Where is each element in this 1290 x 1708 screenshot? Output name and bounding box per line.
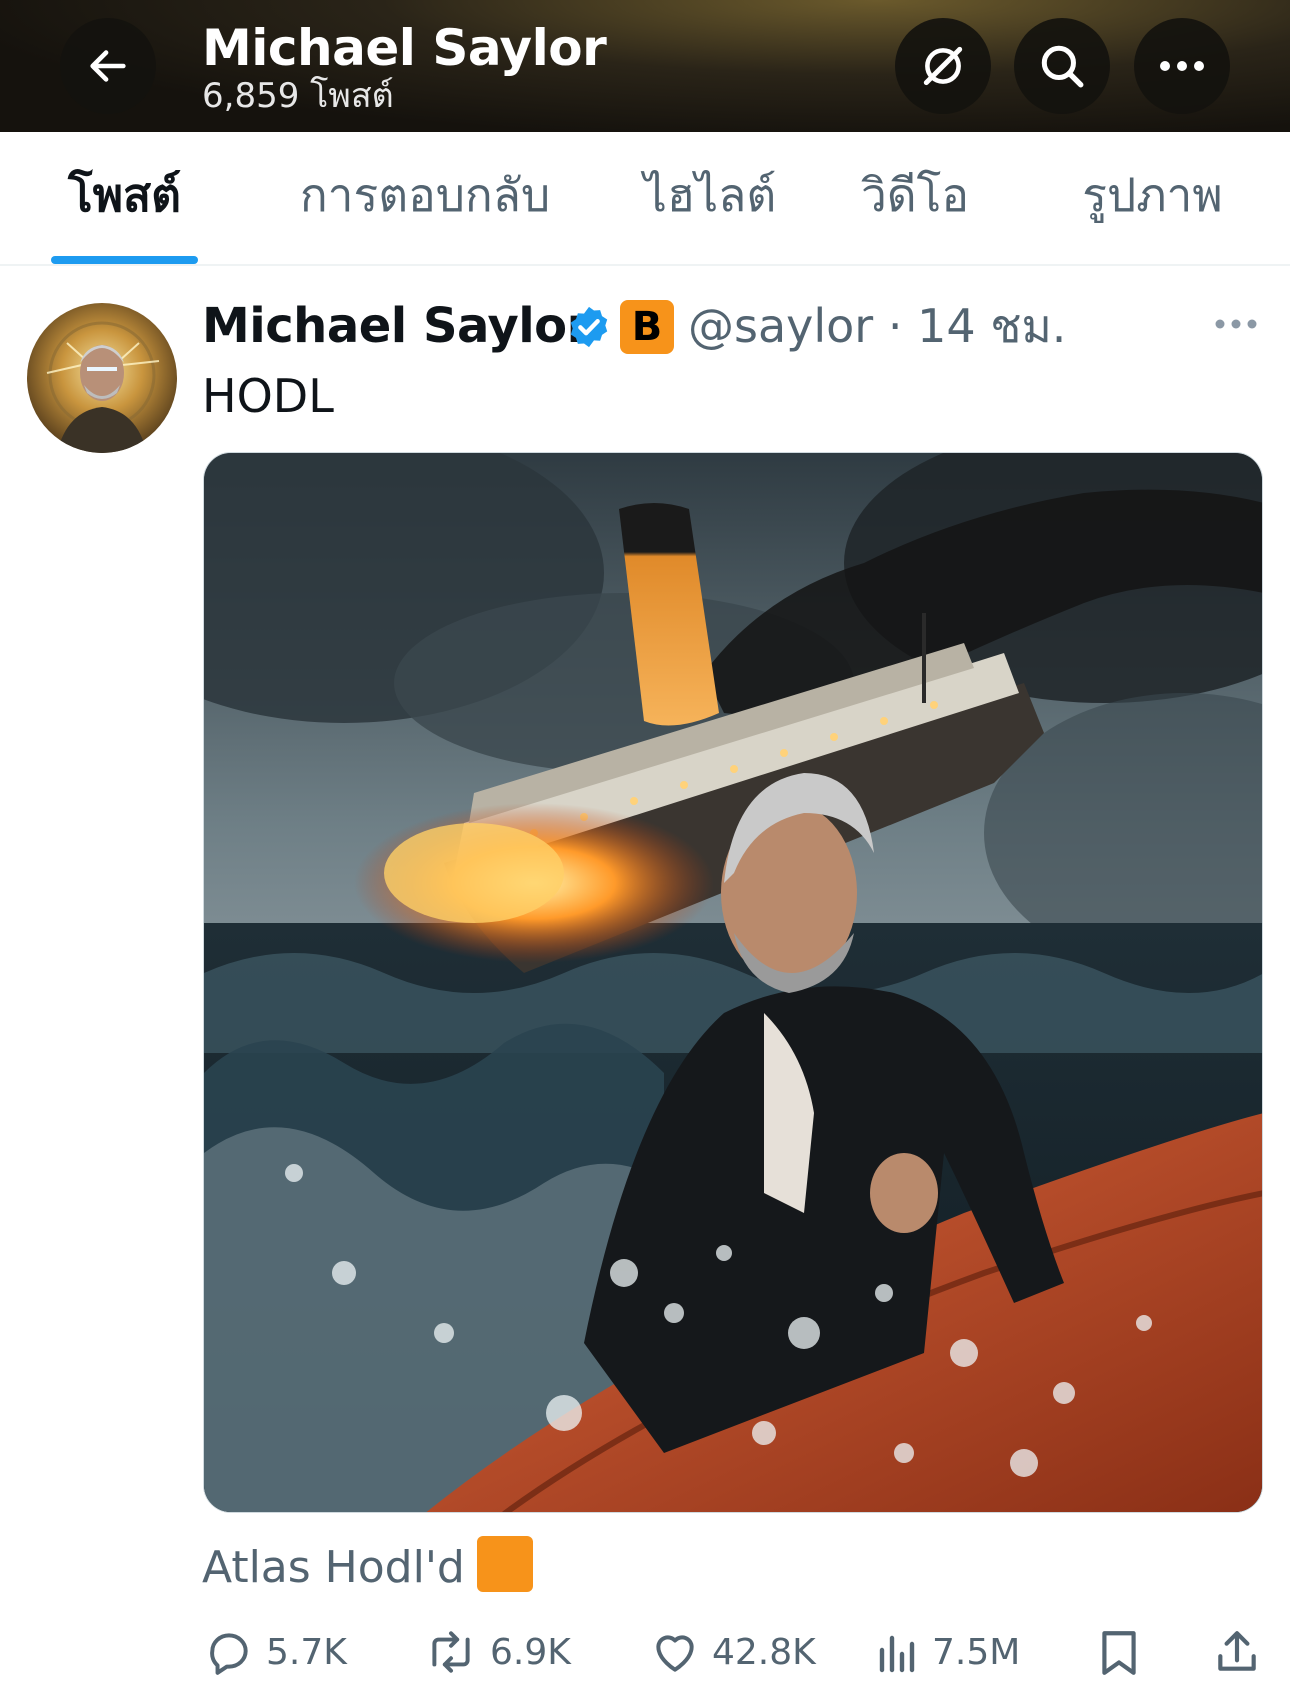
- reply-icon: [210, 1633, 248, 1675]
- back-button[interactable]: [60, 18, 156, 114]
- repost-count: 6.9K: [490, 1631, 571, 1673]
- views-chart-icon: [879, 1635, 915, 1673]
- views-button[interactable]: 7.5M: [876, 1624, 1020, 1680]
- search-icon: [1041, 45, 1084, 88]
- author-avatar[interactable]: [27, 303, 177, 453]
- reply-count: 5.7K: [266, 1631, 347, 1673]
- profile-tabs: โพสต์ การตอบกลับ ไฮไลต์ วิดีโอ รูปภาพ: [0, 132, 1290, 266]
- like-button[interactable]: 42.8K: [650, 1624, 816, 1680]
- tab-replies[interactable]: การตอบกลับ: [280, 160, 570, 260]
- back-arrow-icon: [90, 50, 126, 82]
- quote-label: Atlas Hodl'd: [202, 1542, 465, 1593]
- header-title: Michael Saylor: [202, 19, 607, 77]
- tab-videos[interactable]: วิดีโอ: [850, 160, 980, 260]
- repost-icon: [432, 1631, 470, 1673]
- heart-icon: [656, 1635, 694, 1672]
- search-button[interactable]: [1014, 18, 1110, 114]
- more-icon: [1160, 61, 1204, 71]
- tab-posts[interactable]: โพสต์: [51, 160, 198, 260]
- tab-photos[interactable]: รูปภาพ: [1065, 160, 1240, 260]
- author-name[interactable]: Michael Saylor: [202, 296, 590, 356]
- post-more-icon[interactable]: [1214, 318, 1258, 330]
- tab-highlights[interactable]: ไฮไลต์: [630, 160, 790, 260]
- post-text: HODL: [202, 369, 334, 423]
- active-tab-indicator: [51, 256, 198, 264]
- bitcoin-badge-icon: B: [620, 300, 674, 354]
- grok-icon: [923, 46, 963, 86]
- reply-button[interactable]: 5.7K: [204, 1624, 347, 1680]
- orange-square-emoji-icon: [476, 1536, 533, 1592]
- post-image[interactable]: [203, 452, 1263, 1513]
- more-options-button[interactable]: [1134, 18, 1230, 114]
- grok-button[interactable]: [895, 18, 991, 114]
- bookmark-button[interactable]: [1096, 1624, 1154, 1680]
- profile-header: Michael Saylor 6,859 โพสต์: [0, 0, 1290, 132]
- views-count: 7.5M: [932, 1631, 1021, 1673]
- header-post-count: 6,859 โพสต์: [202, 76, 394, 116]
- quote-text: Atlas Hodl'd: [202, 1536, 533, 1599]
- bookmark-icon: [1102, 1631, 1136, 1675]
- share-button[interactable]: [1214, 1624, 1272, 1680]
- like-count: 42.8K: [712, 1631, 816, 1673]
- verified-badge-icon: [570, 306, 608, 348]
- author-handle-time[interactable]: @saylor · 14 ชม.: [688, 296, 1066, 356]
- share-icon: [1218, 1631, 1256, 1671]
- repost-button[interactable]: 6.9K: [424, 1624, 571, 1680]
